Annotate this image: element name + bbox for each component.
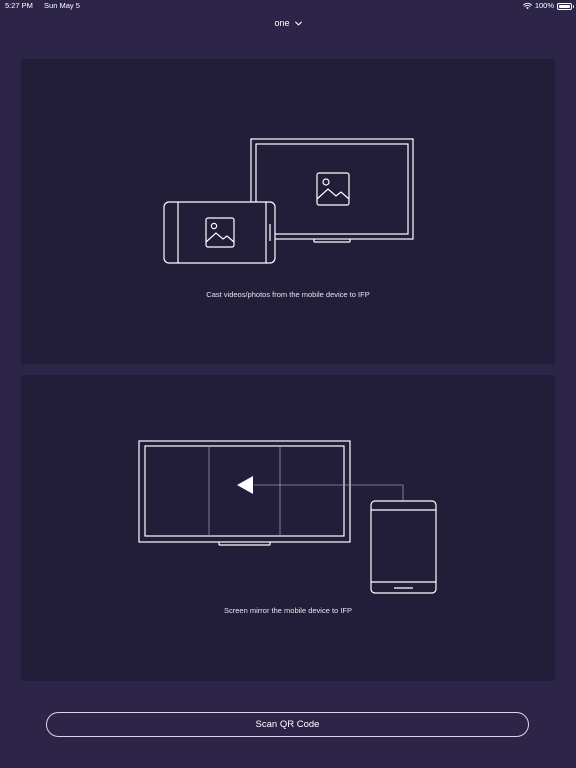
phone-portrait-frame — [370, 500, 437, 594]
screen-mirror-card[interactable]: Screen mirror the mobile device to IFP — [21, 375, 555, 681]
battery-level — [559, 4, 570, 8]
phone-landscape-frame — [163, 201, 276, 264]
status-date: Sun May 5 — [44, 1, 80, 10]
image-icon — [316, 172, 350, 206]
screen-mirror-label: Screen mirror the mobile device to IFP — [224, 606, 352, 615]
battery-percentage: 100% — [534, 1, 554, 10]
device-name: one — [274, 18, 290, 28]
status-bar: 5:27 PM Sun May 5 100% — [0, 0, 576, 14]
screen-mirror-illustration — [138, 440, 437, 594]
mirror-arrow-icon — [237, 476, 253, 494]
ifp-inner-screen — [144, 445, 345, 537]
wifi-icon — [522, 2, 532, 10]
scan-qr-code-button[interactable]: Scan QR Code — [46, 712, 529, 737]
status-right: 100% — [522, 0, 574, 12]
status-time: 5:27 PM — [5, 1, 33, 10]
ifp-outer-frame — [138, 440, 351, 543]
chevron-down-icon — [294, 21, 302, 25]
battery-icon — [557, 2, 574, 10]
tv-inner-screen — [255, 143, 409, 235]
mirror-connector-line — [254, 484, 404, 501]
status-left: 5:27 PM Sun May 5 — [5, 0, 80, 12]
cast-media-illustration — [163, 138, 414, 264]
cast-media-label: Cast videos/photos from the mobile devic… — [206, 290, 370, 299]
device-selector[interactable]: one — [0, 17, 576, 29]
cast-media-card[interactable]: Cast videos/photos from the mobile devic… — [21, 59, 555, 364]
